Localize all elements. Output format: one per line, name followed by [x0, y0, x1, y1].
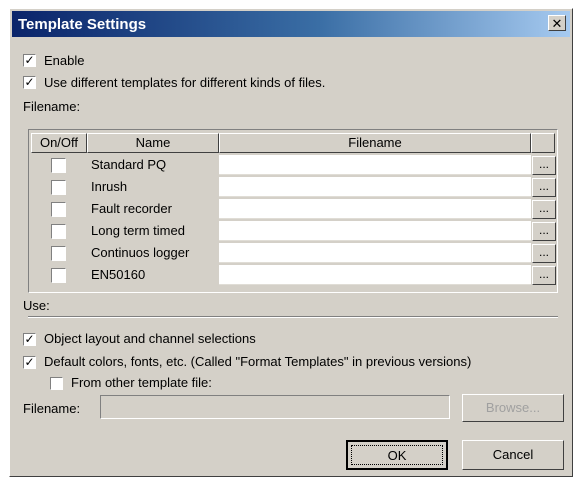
default-colors-checkbox[interactable]: ✓: [23, 356, 36, 369]
row-filename-field[interactable]: [219, 221, 531, 241]
ok-button[interactable]: OK: [346, 440, 448, 470]
row-browse-button[interactable]: ...: [532, 222, 556, 241]
column-header-name[interactable]: Name: [87, 133, 219, 153]
row-browse-button[interactable]: ...: [532, 244, 556, 263]
row-name: Fault recorder: [91, 201, 172, 216]
row-enable-checkbox[interactable]: [51, 158, 66, 173]
row-name: Inrush: [91, 179, 128, 194]
object-layout-label[interactable]: Object layout and channel selections: [44, 331, 256, 346]
row-browse-button[interactable]: ...: [532, 266, 556, 285]
template-settings-dialog: Template Settings ✕ ✓ Enable ✓ Use diffe…: [9, 8, 573, 477]
row-name: Standard PQ: [91, 157, 167, 172]
row-enable-checkbox[interactable]: [51, 268, 66, 283]
row-enable-checkbox[interactable]: [51, 224, 66, 239]
check-icon: ✓: [24, 355, 35, 369]
row-filename-field[interactable]: [219, 177, 531, 197]
row-filename-field[interactable]: [219, 155, 531, 175]
row-enable-checkbox[interactable]: [51, 180, 66, 195]
different-templates-label[interactable]: Use different templates for different ki…: [44, 75, 325, 90]
row-enable-checkbox[interactable]: [51, 246, 66, 261]
other-template-checkbox[interactable]: [50, 377, 63, 390]
column-header-filename[interactable]: Filename: [219, 133, 531, 153]
check-icon: ✓: [24, 53, 35, 67]
row-filename-field[interactable]: [219, 199, 531, 219]
ok-button-label: OK: [351, 445, 443, 465]
template-filename-input[interactable]: [100, 395, 450, 419]
use-separator: [28, 316, 558, 318]
check-icon: ✓: [24, 332, 35, 346]
browse-button[interactable]: Browse...: [462, 394, 564, 422]
different-templates-checkbox[interactable]: ✓: [23, 76, 36, 89]
row-browse-button[interactable]: ...: [532, 156, 556, 175]
row-browse-button[interactable]: ...: [532, 200, 556, 219]
filename-field-label: Filename:: [23, 401, 81, 416]
close-button[interactable]: ✕: [548, 15, 566, 31]
row-filename-field[interactable]: [219, 265, 531, 285]
column-header-browse[interactable]: [531, 133, 555, 153]
column-header-onoff[interactable]: On/Off: [31, 133, 87, 153]
row-name: Continuos logger: [91, 245, 190, 260]
row-browse-button[interactable]: ...: [532, 178, 556, 197]
filename-section-label: Filename:: [23, 99, 81, 114]
row-name: EN50160: [91, 267, 146, 282]
title-bar[interactable]: Template Settings ✕: [12, 11, 570, 37]
row-filename-field[interactable]: [219, 243, 531, 263]
template-grid: On/Off Name Filename Standard PQ ... Inr…: [28, 129, 558, 293]
close-icon: ✕: [551, 16, 563, 31]
row-enable-checkbox[interactable]: [51, 202, 66, 217]
default-colors-label[interactable]: Default colors, fonts, etc. (Called "For…: [44, 354, 471, 369]
row-name: Long term timed: [91, 223, 185, 238]
use-section-label: Use:: [23, 298, 50, 313]
other-template-label[interactable]: From other template file:: [71, 375, 212, 390]
dialog-title: Template Settings: [18, 16, 147, 33]
check-icon: ✓: [24, 75, 35, 89]
enable-checkbox[interactable]: ✓: [23, 54, 36, 67]
object-layout-checkbox[interactable]: ✓: [23, 333, 36, 346]
cancel-button[interactable]: Cancel: [462, 440, 564, 470]
enable-label[interactable]: Enable: [44, 53, 84, 68]
